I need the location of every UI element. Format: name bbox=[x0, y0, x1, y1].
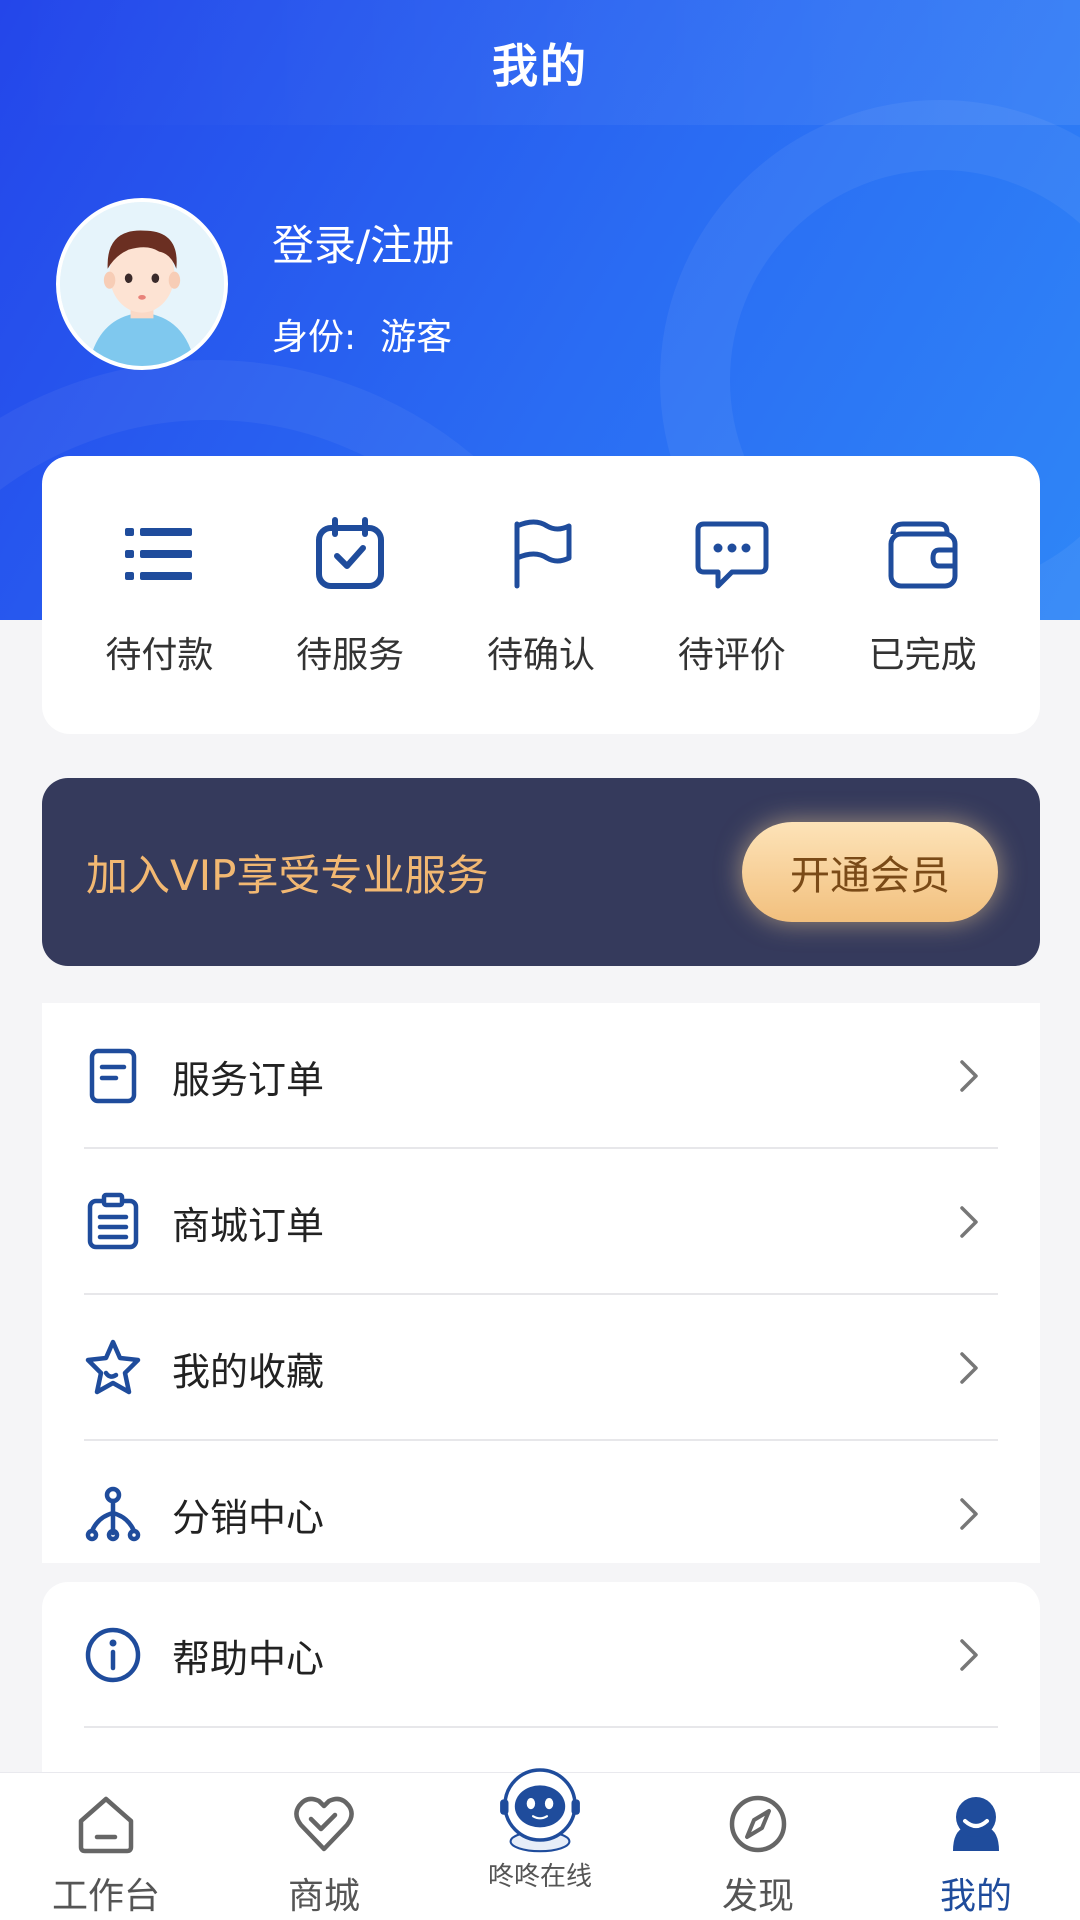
tab-discover[interactable]: 发现 bbox=[658, 1773, 858, 1920]
menu-item-label: 服务订单 bbox=[172, 1057, 325, 1102]
info-icon bbox=[82, 1624, 144, 1686]
menu-item-label: 商城订单 bbox=[172, 1203, 325, 1248]
tab-mine[interactable]: 我的 bbox=[876, 1773, 1076, 1920]
tab-workbench[interactable]: 工作台 bbox=[6, 1773, 206, 1920]
menu-item-mall-orders[interactable]: 商城订单 bbox=[42, 1149, 1040, 1295]
page-title: 我的 bbox=[492, 38, 588, 93]
tab-label: 商城 bbox=[287, 1876, 360, 1917]
robot-icon bbox=[500, 1768, 580, 1853]
order-status-label: 已完成 bbox=[868, 635, 977, 676]
order-status-completed[interactable]: 已完成 bbox=[828, 516, 1018, 678]
menu-item-label: 分销中心 bbox=[172, 1495, 325, 1540]
order-status-label: 待评价 bbox=[677, 635, 786, 676]
vip-promo-text: 加入VIP享受专业服务 bbox=[86, 851, 489, 900]
identity-row: 身份: 游客 bbox=[272, 308, 452, 360]
order-status-pending-service[interactable]: 待服务 bbox=[255, 516, 445, 678]
menu-item-service-orders[interactable]: 服务订单 bbox=[42, 1003, 1040, 1149]
compass-icon bbox=[729, 1795, 787, 1853]
chevron-right-icon bbox=[960, 1498, 978, 1530]
flag-icon bbox=[514, 519, 572, 589]
chevron-right-icon bbox=[960, 1352, 978, 1384]
order-status-pending-confirm[interactable]: 待确认 bbox=[446, 516, 636, 678]
top-navigation-bar: 我的 bbox=[0, 0, 1080, 125]
avatar-illustration bbox=[60, 202, 224, 366]
menu-item-my-favorites[interactable]: 我的收藏 bbox=[42, 1295, 1040, 1441]
user-icon bbox=[953, 1797, 999, 1851]
identity-label: 身份: bbox=[272, 317, 357, 358]
bottom-tab-bar: 工作台 商城 咚咚在线 发现 我的 bbox=[0, 1768, 1080, 1920]
clipboard-icon bbox=[82, 1191, 144, 1253]
avatar[interactable] bbox=[56, 198, 228, 370]
document-icon bbox=[82, 1045, 144, 1107]
order-status-pending-review[interactable]: 待评价 bbox=[637, 516, 827, 678]
menu-item-distribution-center[interactable]: 分销中心 bbox=[42, 1441, 1040, 1587]
chevron-right-icon bbox=[960, 1060, 978, 1092]
identity-value: 游客 bbox=[380, 317, 453, 358]
tab-label: 我的 bbox=[939, 1876, 1012, 1917]
menu-item-help-center[interactable]: 帮助中心 bbox=[42, 1582, 1040, 1728]
tab-mall[interactable]: 商城 bbox=[224, 1773, 424, 1920]
list-icon bbox=[125, 528, 193, 580]
order-status-label: 待确认 bbox=[486, 635, 595, 676]
chevron-right-icon bbox=[960, 1639, 978, 1671]
wallet-icon bbox=[888, 521, 958, 589]
calendar-check-icon bbox=[316, 517, 385, 589]
menu-list-main: 服务订单 商城订单 我的收藏 分销中心 bbox=[42, 1003, 1040, 1587]
order-status-label: 待服务 bbox=[296, 635, 405, 676]
open-membership-button[interactable]: 开通会员 bbox=[742, 822, 998, 922]
divider bbox=[84, 1726, 998, 1728]
menu-item-label: 帮助中心 bbox=[172, 1636, 325, 1681]
vip-banner[interactable]: 加入VIP享受专业服务 开通会员 bbox=[42, 778, 1040, 966]
login-register-link[interactable]: 登录/注册 bbox=[272, 212, 454, 273]
home-icon bbox=[78, 1796, 134, 1854]
heart-icon bbox=[294, 1796, 354, 1852]
order-status-card: 待付款 待服务 待确认 待评价 已完成 bbox=[42, 456, 1040, 734]
star-icon bbox=[82, 1337, 144, 1399]
order-status-pending-payment[interactable]: 待付款 bbox=[64, 516, 254, 678]
menu-item-label: 我的收藏 bbox=[172, 1349, 325, 1394]
tab-label: 工作台 bbox=[51, 1876, 160, 1917]
tab-label: 咚咚在线 bbox=[487, 1862, 592, 1892]
tab-dongdong-online[interactable]: 咚咚在线 bbox=[440, 1745, 640, 1893]
order-status-label: 待付款 bbox=[105, 635, 214, 676]
network-icon bbox=[82, 1483, 144, 1545]
chat-bubble-icon bbox=[695, 521, 769, 589]
chevron-right-icon bbox=[960, 1206, 978, 1238]
tab-label: 发现 bbox=[721, 1876, 794, 1917]
